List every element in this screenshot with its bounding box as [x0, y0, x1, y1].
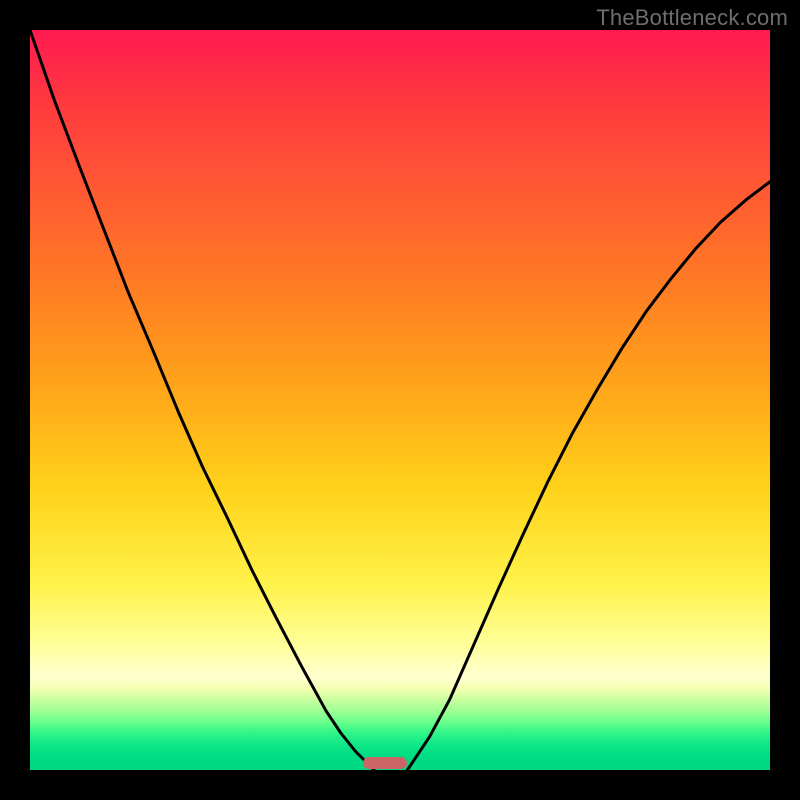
plot-area — [30, 30, 770, 770]
curve-right — [407, 182, 770, 770]
optimum-marker — [363, 757, 407, 769]
watermark-text: TheBottleneck.com — [596, 5, 788, 31]
curve-layer — [30, 30, 770, 770]
curve-left — [30, 30, 374, 770]
chart-frame: TheBottleneck.com — [0, 0, 800, 800]
